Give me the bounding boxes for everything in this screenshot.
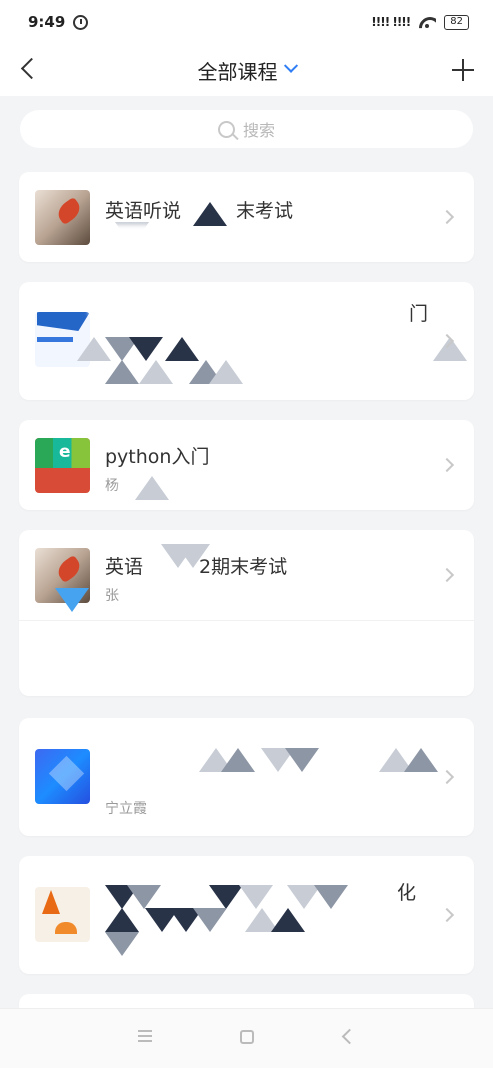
search-icon bbox=[217, 120, 235, 138]
system-navigation-bar bbox=[0, 1008, 493, 1068]
course-card[interactable]: 门 bbox=[19, 282, 474, 400]
privacy-triangle bbox=[139, 360, 173, 384]
clock-time: 9:49 bbox=[28, 13, 66, 31]
privacy-triangle bbox=[314, 885, 348, 909]
course-card[interactable]: 宁立霞 bbox=[19, 718, 474, 836]
status-time-group: 9:49 bbox=[28, 13, 89, 31]
menu-icon[interactable] bbox=[138, 1030, 152, 1042]
privacy-triangle bbox=[165, 337, 199, 361]
course-title-fragment: 门 bbox=[409, 303, 429, 325]
course-row[interactable]: 门 bbox=[19, 282, 474, 400]
course-title: 英语听说 bbox=[105, 200, 182, 222]
course-thumbnail bbox=[35, 749, 90, 804]
chevron-right-icon bbox=[439, 567, 455, 583]
plus-icon[interactable] bbox=[451, 58, 475, 82]
privacy-triangle bbox=[105, 932, 139, 956]
home-icon[interactable] bbox=[240, 1030, 254, 1044]
privacy-mask bbox=[104, 225, 149, 250]
chevron-right-icon bbox=[439, 907, 455, 923]
chevron-down-icon bbox=[283, 58, 298, 73]
course-row[interactable]: 宁立霞 bbox=[19, 718, 474, 836]
privacy-triangle bbox=[193, 202, 227, 226]
privacy-triangle bbox=[209, 885, 243, 909]
privacy-triangle bbox=[105, 360, 139, 384]
course-filter-dropdown[interactable]: 全部课程 bbox=[197, 56, 298, 85]
privacy-triangle bbox=[135, 476, 169, 500]
top-navigation-bar: 全部课程 bbox=[0, 44, 493, 96]
course-thumbnail bbox=[35, 438, 90, 493]
course-instructor: 杨 bbox=[105, 478, 119, 494]
search-placeholder: 搜索 bbox=[242, 121, 275, 140]
course-instructor: 张 bbox=[105, 588, 119, 604]
course-row[interactable]: 化 bbox=[19, 856, 474, 974]
privacy-triangle bbox=[209, 360, 243, 384]
course-card[interactable]: 化 bbox=[19, 856, 474, 974]
course-row[interactable]: 英语 2期末考试 张 bbox=[19, 530, 474, 620]
privacy-mask bbox=[39, 645, 449, 673]
status-bar: 9:49 !!!! !!!! 82 bbox=[0, 0, 493, 44]
course-title-fragment: 2期末考试 bbox=[199, 556, 288, 578]
privacy-triangle bbox=[271, 908, 305, 932]
search-input[interactable]: 搜索 bbox=[20, 110, 473, 148]
course-card[interactable]: 英语 2期末考试 张 bbox=[19, 530, 474, 696]
course-thumbnail bbox=[35, 887, 90, 942]
course-card[interactable]: python入门 杨 bbox=[19, 420, 474, 510]
course-title-fragment: 化 bbox=[397, 882, 417, 904]
signal-strength: !!!! !!!! bbox=[371, 15, 411, 29]
back-icon[interactable] bbox=[341, 1028, 358, 1045]
course-row[interactable]: python入门 杨 bbox=[19, 420, 474, 510]
chevron-left-icon[interactable] bbox=[18, 58, 40, 80]
course-row[interactable]: 英语听说 末考试 bbox=[19, 172, 474, 262]
privacy-triangle bbox=[193, 908, 227, 932]
privacy-triangle bbox=[105, 908, 139, 932]
privacy-triangle bbox=[127, 885, 161, 909]
privacy-triangle bbox=[285, 748, 319, 772]
course-card[interactable]: 英语听说 末考试 bbox=[19, 172, 474, 262]
wifi-icon bbox=[418, 15, 436, 29]
course-instructor: 宁立霞 bbox=[105, 801, 147, 817]
course-title-fragment: 末考试 bbox=[236, 200, 294, 222]
status-indicators: !!!! !!!! 82 bbox=[371, 14, 469, 30]
chevron-right-icon bbox=[439, 457, 455, 473]
privacy-triangle bbox=[176, 544, 210, 568]
privacy-mask bbox=[109, 768, 157, 796]
chevron-right-icon bbox=[439, 209, 455, 225]
course-title: 英语 bbox=[105, 556, 144, 578]
page-title: 全部课程 bbox=[197, 59, 278, 84]
privacy-triangle bbox=[221, 748, 255, 772]
course-row[interactable] bbox=[19, 620, 474, 696]
privacy-triangle bbox=[404, 748, 438, 772]
course-thumbnail bbox=[35, 190, 90, 245]
privacy-mask bbox=[89, 284, 419, 316]
alarm-clock-icon bbox=[73, 14, 89, 30]
chevron-right-icon bbox=[439, 769, 455, 785]
privacy-triangle bbox=[129, 337, 163, 361]
battery-indicator: 82 bbox=[444, 14, 469, 30]
privacy-triangle bbox=[55, 588, 89, 612]
privacy-triangle bbox=[239, 885, 273, 909]
course-title: python入门 bbox=[105, 446, 210, 468]
